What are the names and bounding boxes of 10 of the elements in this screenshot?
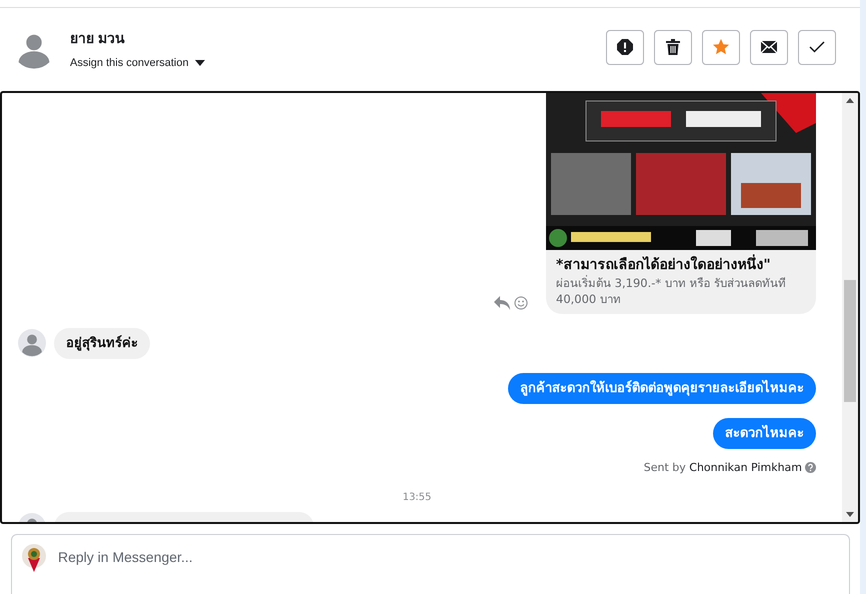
timestamp: 13:55 [402, 492, 432, 503]
contact-name: ยาย มวน [70, 29, 125, 48]
message-bubble: สะดวกไหมคะ [713, 418, 816, 449]
assign-dropdown[interactable]: Assign this conversation [70, 57, 205, 69]
message-bubble: ลูกค้าสะดวกให้เบอร์ติดต่อพูดคุยรายละเอียดไหมคะ [508, 372, 816, 404]
card-title: *สามารถเลือกได้อย่างใดอย่างหนึ่ง" [556, 256, 806, 275]
sent-by-label: Sent by Chonnikan Pimkham [644, 460, 802, 474]
message-bubble: อยู่สุรินทร์ค่ะ [54, 328, 150, 359]
message-card[interactable]: *สามารถเลือกได้อย่างใดอย่างหนึ่ง" ผ่อนเริ่มต้น 3,190.-* บาท หรือ รับส่วนลดทันที 40,000 บาท [546, 92, 816, 314]
card-description: ผ่อนเริ่มต้น 3,190.-* บาท หรือ รับส่วนลดทันที 40,000 บาท [556, 274, 788, 307]
